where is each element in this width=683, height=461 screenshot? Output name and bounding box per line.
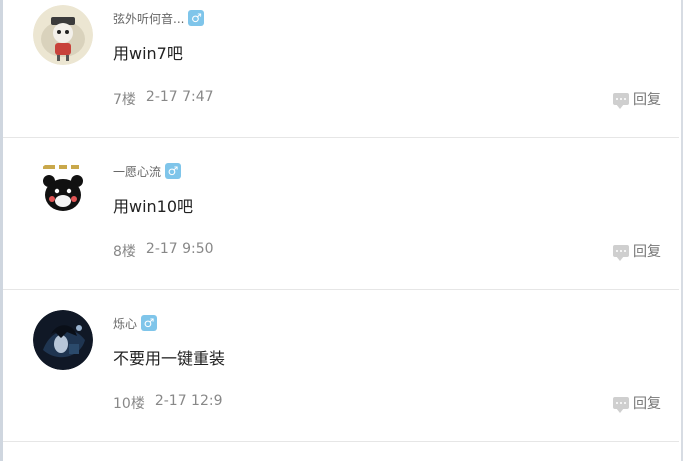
male-symbol-icon: ♂ <box>165 163 182 179</box>
reply-button-label: 回复 <box>633 396 661 412</box>
reply-meta: 7楼 2-17 7:47 <box>113 89 214 109</box>
username-row: 弦外听何音... ♂ <box>113 9 205 27</box>
username-row: 一愿心流 ♂ <box>113 162 182 180</box>
floor-number: 7楼 <box>113 92 136 108</box>
username[interactable]: 一愿心流 <box>113 163 161 180</box>
comment-icon <box>613 245 629 261</box>
reply-post-1: 弦外听何音... ♂ 用win7吧 7楼 2-17 7:47 回复 <box>3 0 679 152</box>
male-symbol-icon: ♂ <box>141 315 158 331</box>
divider <box>3 441 679 442</box>
reply-meta: 8楼 2-17 9:50 <box>113 241 214 261</box>
avatar[interactable] <box>33 159 93 219</box>
reply-post-2: 一愿心流 ♂ 用win10吧 8楼 2-17 9:50 回复 <box>3 138 679 290</box>
avatar[interactable] <box>33 310 93 370</box>
reply-content: 用win10吧 <box>113 197 194 216</box>
comment-icon <box>613 397 629 413</box>
reply-button-label: 回复 <box>633 92 661 108</box>
avatar[interactable] <box>33 5 93 65</box>
username-row: 烁心 ♂ <box>113 314 158 332</box>
reply-meta: 10楼 2-17 12:9 <box>113 393 223 413</box>
reply-post-3: 烁心 ♂ 不要用一键重装 10楼 2-17 12:9 回复 <box>3 290 679 442</box>
reply-button[interactable]: 回复 <box>613 241 661 261</box>
reply-button-label: 回复 <box>633 244 661 260</box>
avatar-anime-character <box>33 310 93 370</box>
reply-button[interactable]: 回复 <box>613 89 661 109</box>
male-symbol-icon: ♂ <box>188 10 205 26</box>
timestamp: 2-17 7:47 <box>145 89 214 105</box>
reply-content: 用win7吧 <box>113 44 183 63</box>
username[interactable]: 烁心 <box>113 315 137 332</box>
reply-button[interactable]: 回复 <box>613 393 661 413</box>
avatar-black-bear <box>33 159 93 219</box>
floor-number: 8楼 <box>113 244 136 260</box>
timestamp: 2-17 9:50 <box>145 241 214 257</box>
timestamp: 2-17 12:9 <box>154 393 223 409</box>
reply-content: 不要用一键重装 <box>113 349 226 368</box>
floor-number: 10楼 <box>113 396 145 412</box>
username[interactable]: 弦外听何音... <box>113 10 184 27</box>
comment-icon <box>613 93 629 109</box>
avatar-plush-figure <box>33 5 93 65</box>
